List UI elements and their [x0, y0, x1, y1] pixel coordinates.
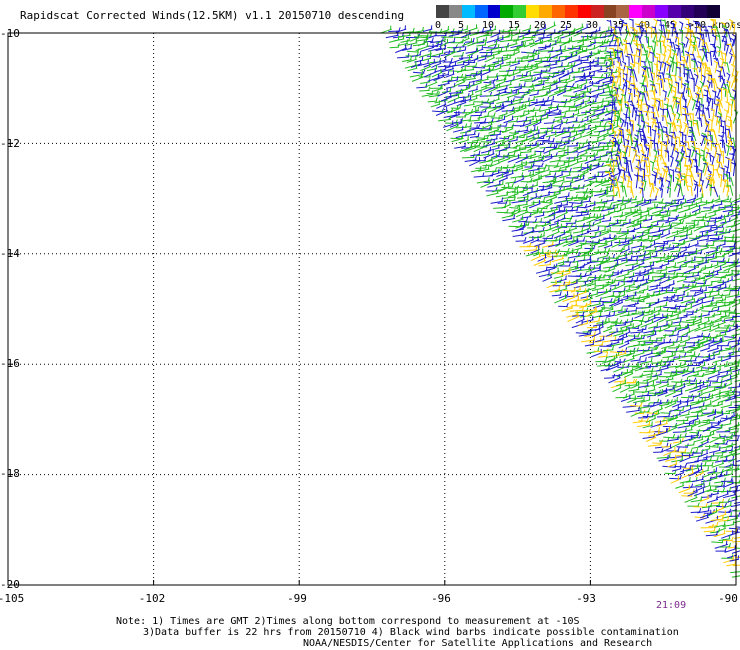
note-line-1: Note: 1) Times are GMT 2)Times along bot…	[116, 616, 580, 627]
x-axis-label: -93	[576, 592, 596, 605]
y-axis-label: -20	[0, 578, 20, 591]
wind-barbs	[379, 17, 740, 578]
swath-time-label: 21:09	[656, 600, 687, 611]
y-axis-label: -10	[0, 27, 20, 40]
x-axis-label: -96	[431, 592, 451, 605]
x-axis-label: -99	[287, 592, 307, 605]
y-axis-label: -12	[0, 137, 20, 150]
wind-map-plot	[7, 17, 740, 586]
x-axis-label: -90	[718, 592, 738, 605]
y-axis-label: -16	[0, 357, 20, 370]
y-axis-label: -18	[0, 467, 20, 480]
y-axis-label: -14	[0, 247, 20, 260]
x-axis-label: -102	[138, 592, 166, 605]
note-line-2: 3)Data buffer is 22 hrs from 20150710 4)…	[143, 627, 679, 638]
x-axis-label: -105	[0, 592, 25, 605]
note-line-3: NOAA/NESDIS/Center for Satellite Applica…	[303, 638, 653, 649]
